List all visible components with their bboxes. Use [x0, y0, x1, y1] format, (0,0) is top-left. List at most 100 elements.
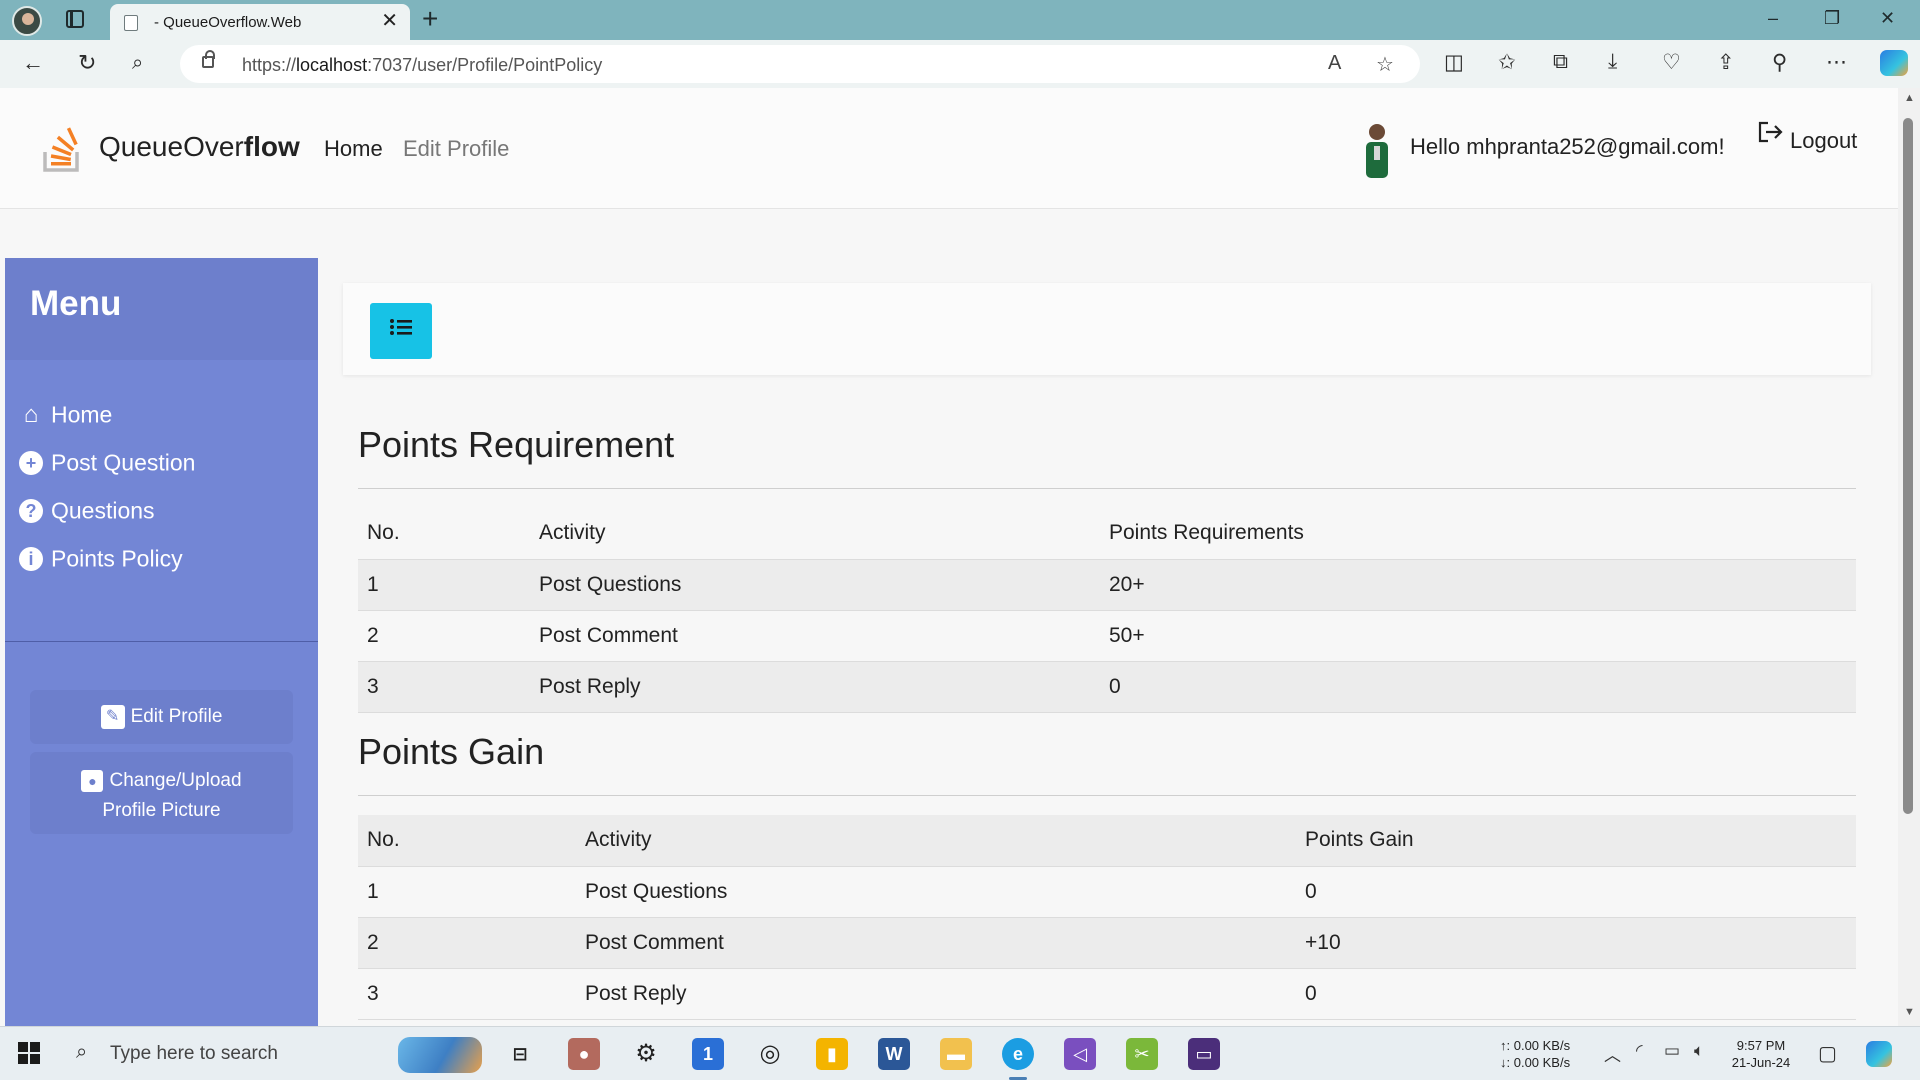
sidebar-item-post-question[interactable]: + Post Question: [19, 448, 195, 476]
table-cell: 50+: [1100, 610, 1856, 662]
back-icon[interactable]: ←: [22, 50, 44, 76]
change-picture-label-1: Change/Upload: [109, 770, 242, 791]
paint-app-icon[interactable]: ●: [568, 1038, 600, 1070]
new-tab-icon[interactable]: +: [422, 3, 438, 35]
table-cell: 1: [358, 866, 576, 918]
info-circle-icon: i: [19, 546, 43, 571]
split-screen-icon[interactable]: ◫: [1444, 50, 1464, 75]
close-window-icon[interactable]: ✕: [1880, 8, 1895, 29]
sticky-notes-icon[interactable]: ▮: [816, 1038, 848, 1070]
snipping-tool-icon[interactable]: ✂: [1126, 1038, 1158, 1070]
url-text[interactable]: https://localhost:7037/user/Profile/Poin…: [242, 55, 602, 76]
sidebar-item-home[interactable]: ⌂ Home: [19, 400, 113, 428]
notifications-icon[interactable]: ▢: [1818, 1041, 1837, 1066]
nav-home-link[interactable]: Home: [324, 136, 383, 162]
clock-time: 9:57 PM: [1736, 1038, 1786, 1053]
tab-close-icon[interactable]: ✕: [381, 10, 398, 32]
table-row: 2 Post Comment +10: [358, 917, 1856, 969]
copilot-taskbar-icon[interactable]: [1866, 1041, 1892, 1067]
scroll-up-icon[interactable]: ▲: [1904, 92, 1915, 104]
page-scrollbar[interactable]: ▲ ▼: [1898, 88, 1920, 1026]
greeting-text: Hello mhpranta252@gmail.com!: [1410, 134, 1725, 159]
home-icon: ⌂: [23, 400, 39, 428]
word-app-icon[interactable]: W: [878, 1038, 910, 1070]
search-highlight-icon: [398, 1037, 482, 1073]
show-hidden-icons-icon[interactable]: ︿: [1604, 1041, 1621, 1066]
settings-icon[interactable]: ⚙: [630, 1038, 662, 1070]
edge-browser-icon[interactable]: e: [1002, 1038, 1034, 1070]
scroll-down-icon[interactable]: ▼: [1904, 1006, 1915, 1018]
change-picture-label-2: Profile Picture: [102, 800, 221, 822]
browser-tab[interactable]: - QueueOverflow.Web ✕: [110, 4, 410, 40]
logout-link[interactable]: Logout: [1790, 128, 1857, 154]
user-avatar[interactable]: [1362, 118, 1392, 178]
table-cell: 20+: [1100, 559, 1856, 611]
browser-titlebar: - QueueOverflow.Web ✕ + – ❐ ✕: [0, 0, 1920, 40]
browser-profile-icon[interactable]: [12, 6, 42, 36]
logout-icon[interactable]: [1756, 118, 1784, 146]
wifi-icon[interactable]: ◜: [1636, 1041, 1643, 1061]
table-cell: 2: [358, 917, 576, 969]
user-card-icon: ●: [81, 770, 104, 792]
table-row: 1 Post Questions 0: [358, 866, 1856, 918]
volume-icon[interactable]: 🔈︎: [1694, 1041, 1704, 1061]
favorites-icon[interactable]: ✩: [1498, 50, 1516, 75]
site-header: QueueOverflow Home Edit Profile Hello mh…: [0, 88, 1898, 209]
search-icon: ⌕: [76, 1041, 88, 1063]
terminal-icon[interactable]: ▭: [1188, 1038, 1220, 1070]
restore-icon[interactable]: ❐: [1824, 8, 1840, 29]
brand-name[interactable]: QueueOverflow: [99, 131, 300, 163]
lock-icon[interactable]: [202, 50, 215, 68]
scroll-thumb[interactable]: [1903, 118, 1913, 814]
sidebar-toggle-button[interactable]: [370, 303, 432, 359]
table-row: 3 Post Reply 0: [358, 968, 1856, 1020]
table-cell: Post Reply: [530, 661, 1100, 713]
share-icon[interactable]: ⇪: [1717, 50, 1735, 75]
column-header: Activity: [530, 508, 1100, 560]
file-explorer-icon[interactable]: ▬: [940, 1038, 972, 1070]
downloads-icon[interactable]: ⤓: [1608, 50, 1617, 74]
table-cell: 3: [358, 968, 576, 1020]
visual-studio-icon[interactable]: ◁: [1064, 1038, 1096, 1070]
battery-icon[interactable]: ▭: [1664, 1041, 1680, 1061]
table-cell: 2: [358, 610, 530, 662]
edit-profile-button[interactable]: ✎ Edit Profile: [30, 690, 293, 744]
favorite-star-icon[interactable]: ☆: [1376, 52, 1394, 77]
taskbar-search-box[interactable]: ⌕ Type here to search: [62, 1027, 492, 1080]
points-gain-table: No. Activity Points Gain 1 Post Question…: [358, 815, 1856, 1020]
brand-logo-icon[interactable]: [42, 124, 82, 174]
sidebar-item-questions[interactable]: ? Questions: [19, 496, 155, 524]
clock[interactable]: 9:57 PM 21-Jun-24: [1728, 1037, 1794, 1071]
copilot-icon[interactable]: [1880, 50, 1908, 76]
browser-toolbar: ← ↻ ⌕ https://localhost:7037/user/Profil…: [0, 40, 1920, 88]
change-picture-button[interactable]: ● Change/Upload Profile Picture: [30, 752, 293, 834]
read-aloud-icon[interactable]: A: [1328, 52, 1341, 75]
task-view-icon[interactable]: ⊟: [504, 1038, 536, 1070]
search-icon[interactable]: ⌕: [132, 50, 143, 76]
clock-date: 21-Jun-24: [1731, 1055, 1791, 1070]
sidebar-header: Menu: [5, 258, 318, 360]
tab-actions-icon[interactable]: [66, 10, 84, 28]
refresh-icon[interactable]: ↻: [78, 50, 96, 76]
minimize-icon[interactable]: –: [1768, 8, 1778, 29]
calendar-app-icon[interactable]: 1: [692, 1038, 724, 1070]
network-speed: ↑: 0.00 KB/s ↓: 0.00 KB/s: [1500, 1037, 1570, 1071]
edit-profile-label: Edit Profile: [130, 706, 223, 727]
address-bar[interactable]: https://localhost:7037/user/Profile/Poin…: [180, 45, 1420, 83]
column-header: Points Requirements: [1100, 508, 1856, 560]
extensions-icon[interactable]: ⚲: [1772, 50, 1787, 75]
sidebar-item-points-policy[interactable]: i Points Policy: [19, 544, 183, 572]
browser-essentials-icon[interactable]: ♡: [1662, 50, 1681, 75]
more-options-icon[interactable]: ⋯: [1826, 50, 1847, 75]
table-cell: Post Questions: [530, 559, 1100, 611]
upload-speed: ↑: 0.00 KB/s: [1500, 1038, 1571, 1053]
obs-app-icon[interactable]: ◎: [754, 1038, 786, 1070]
table-cell: 3: [358, 661, 530, 713]
table-row: 2 Post Comment 50+: [358, 610, 1856, 662]
nav-edit-profile-link[interactable]: Edit Profile: [403, 136, 509, 162]
taskbar-search-placeholder: Type here to search: [110, 1043, 278, 1064]
windows-start-icon[interactable]: [18, 1042, 40, 1064]
page-viewport: QueueOverflow Home Edit Profile Hello mh…: [0, 88, 1898, 1026]
menu-title: Menu: [30, 284, 122, 323]
collections-icon[interactable]: ⧉: [1553, 50, 1568, 74]
